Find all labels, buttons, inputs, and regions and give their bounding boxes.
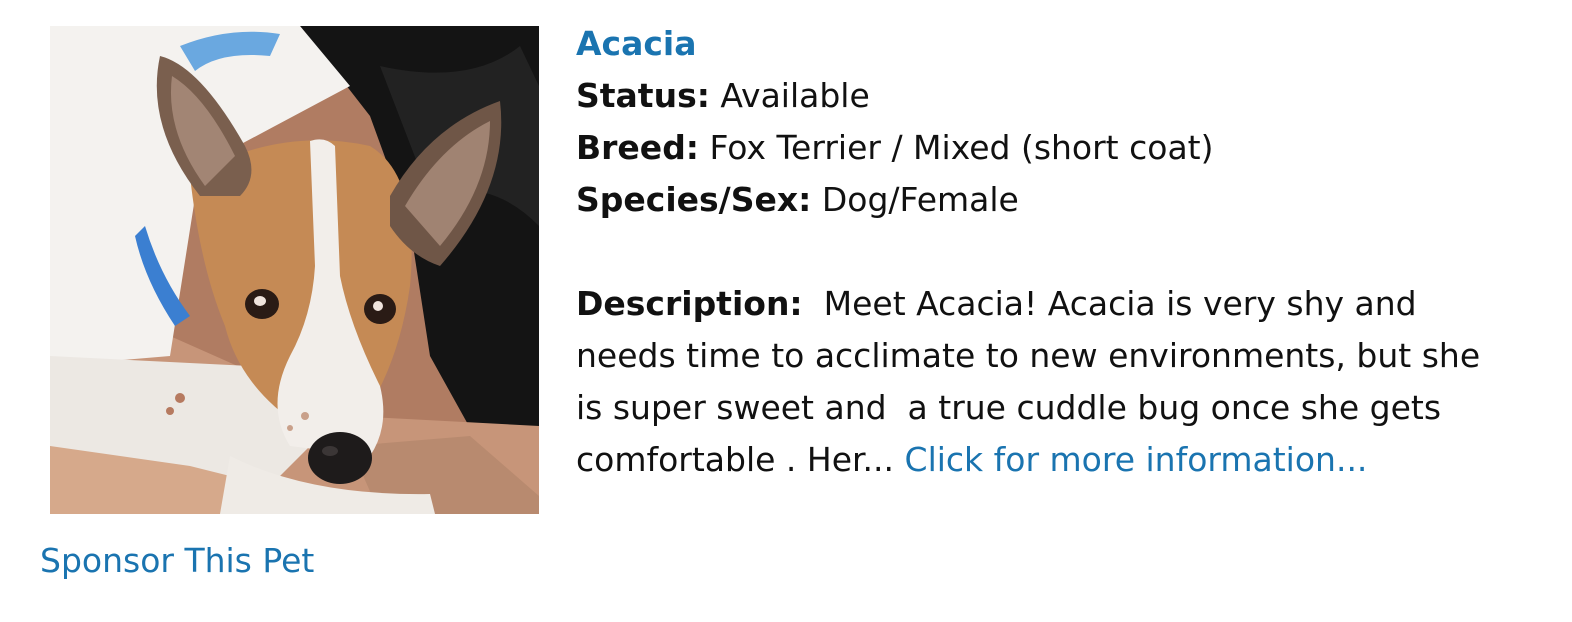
breed-label: Breed: (576, 128, 700, 167)
breed-value: Fox Terrier / Mixed (short coat) (699, 128, 1214, 167)
species-sex-value: Dog/Female (811, 180, 1019, 219)
description-label: Description: (576, 284, 803, 323)
status-value: Available (709, 76, 870, 115)
pet-photo[interactable] (50, 26, 539, 514)
more-information-link[interactable]: Click for more information... (905, 440, 1368, 479)
pet-name-link[interactable]: Acacia (576, 18, 1516, 70)
breed-row: Breed: Fox Terrier / Mixed (short coat) (576, 122, 1516, 174)
status-row: Status: Available (576, 70, 1516, 122)
pet-info: Acacia Status: Available Breed: Fox Terr… (576, 18, 1516, 486)
sponsor-this-pet-link[interactable]: Sponsor This Pet (40, 539, 314, 583)
species-sex-row: Species/Sex: Dog/Female (576, 174, 1516, 226)
species-sex-label: Species/Sex: (576, 180, 812, 219)
status-label: Status: (576, 76, 710, 115)
dog-photo-image (50, 26, 539, 514)
description: Description: Meet Acacia! Acacia is very… (576, 278, 1516, 486)
